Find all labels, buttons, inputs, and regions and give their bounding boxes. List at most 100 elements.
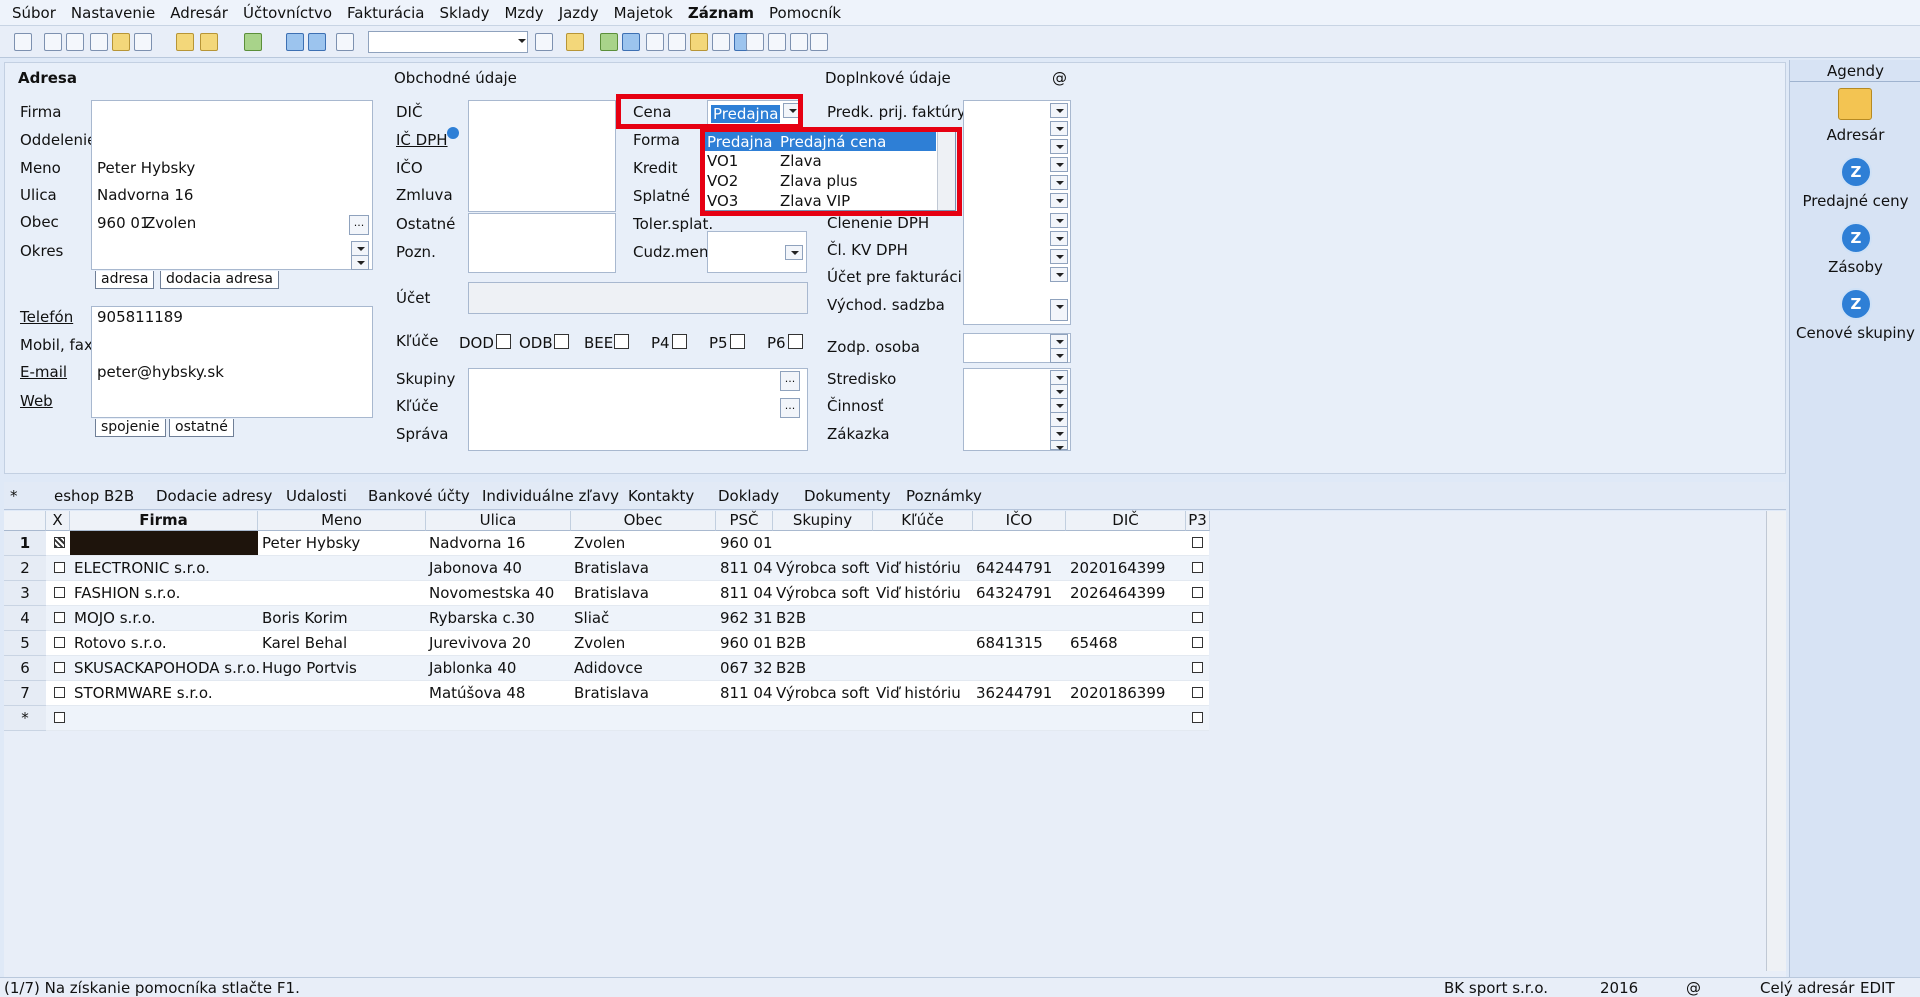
stredisko-dropdown[interactable] — [1050, 370, 1068, 385]
group-icon[interactable] — [690, 33, 708, 51]
print-setup-icon[interactable] — [90, 33, 108, 51]
agenda-cenove-skupiny[interactable]: Cenové skupiny — [1790, 324, 1920, 342]
diamond-icon[interactable] — [600, 33, 618, 51]
cell-ico[interactable]: 64244791 — [976, 559, 1052, 577]
globe-icon[interactable] — [622, 33, 640, 51]
zakazka-dropdown[interactable] — [1050, 426, 1068, 441]
cell-kluc[interactable]: Viď históriu — [876, 559, 961, 577]
cell-skup[interactable]: B2B — [776, 634, 806, 652]
tab-ostatne[interactable]: ostatné — [169, 419, 234, 437]
cell-obec[interactable]: Adidovce — [574, 659, 643, 677]
back-arrow-icon[interactable] — [244, 33, 262, 51]
cell-obec[interactable]: Sliač — [574, 609, 609, 627]
tab-all[interactable]: * — [10, 487, 18, 505]
tab-dokumenty[interactable]: Dokumenty — [804, 487, 891, 505]
cell-firma[interactable]: SKUSACKAPOHODA s.r.o. — [74, 659, 260, 677]
cell-obec[interactable]: Bratislava — [574, 584, 649, 602]
row-checkbox[interactable] — [54, 612, 65, 623]
cell-ulica[interactable]: Jablonka 40 — [429, 659, 516, 677]
p6-checkbox[interactable] — [788, 334, 803, 349]
header-dic[interactable]: DIČ — [1066, 511, 1186, 531]
kluce-picker-button[interactable]: ... — [780, 398, 800, 418]
cell-ulica[interactable]: Novomestska 40 — [429, 584, 554, 602]
header-firma[interactable]: Firma — [70, 511, 258, 531]
p3-checkbox[interactable] — [1192, 612, 1203, 623]
cell-firma[interactable]: STORMWARE s.r.o. — [74, 684, 213, 702]
cinnost2-dropdown[interactable] — [1050, 412, 1068, 427]
filter-icon[interactable] — [535, 33, 553, 51]
icdph-label[interactable]: IČ DPH — [396, 131, 448, 149]
edit-record-icon[interactable] — [200, 33, 218, 51]
email-label[interactable]: E-mail — [20, 363, 67, 381]
cell-meno[interactable]: Peter Hybsky — [262, 534, 360, 552]
cinnost-dropdown[interactable] — [1050, 398, 1068, 413]
menu-sklady[interactable]: Sklady — [440, 4, 490, 22]
cell-ulica[interactable]: Jurevivova 20 — [429, 634, 531, 652]
cenove-skupiny-icon[interactable]: Z — [1840, 288, 1872, 320]
folder-icon[interactable] — [566, 33, 584, 51]
tab-kontakty[interactable]: Kontakty — [628, 487, 694, 505]
cell-ulica[interactable]: Matúšova 48 — [429, 684, 525, 702]
tab-eshop-b2b[interactable]: eshop B2B — [54, 487, 134, 505]
table-row[interactable] — [46, 706, 1209, 731]
save-all-icon[interactable] — [308, 33, 326, 51]
header-p3[interactable]: P3 — [1186, 511, 1210, 531]
cell-skup[interactable]: Výrobca soft — [776, 584, 869, 602]
clenenie-dropdown[interactable] — [1050, 213, 1068, 228]
cell-obec[interactable]: Zvolen — [574, 634, 625, 652]
okres-dropdown-button[interactable] — [351, 241, 369, 256]
header-kluce[interactable]: Kľúče — [873, 511, 973, 531]
globe-icon[interactable] — [447, 127, 459, 139]
p3-checkbox[interactable] — [1192, 712, 1203, 723]
tab-doklady[interactable]: Doklady — [718, 487, 779, 505]
header-ulica[interactable]: Ulica — [426, 511, 571, 531]
menu-pomocnik[interactable]: Pomocník — [769, 4, 841, 22]
print-icon[interactable] — [44, 33, 62, 51]
meno-value[interactable]: Peter Hybsky — [97, 159, 195, 177]
zodp-dropdown[interactable] — [1050, 334, 1068, 349]
cell-ico[interactable]: 64324791 — [976, 584, 1052, 602]
cell-psc[interactable]: 960 01 — [720, 534, 773, 552]
row-number[interactable]: * — [4, 706, 46, 731]
window2-icon[interactable] — [768, 33, 786, 51]
agenda-adresar[interactable]: Adresár — [1790, 126, 1920, 144]
send-icon[interactable] — [134, 33, 152, 51]
cell-firma[interactable]: FASHION s.r.o. — [74, 584, 180, 602]
tools-icon[interactable] — [810, 33, 828, 51]
address-box[interactable] — [91, 100, 373, 270]
predk-dropdown[interactable] — [1050, 103, 1068, 118]
cell-obec[interactable]: Zvolen — [574, 534, 625, 552]
menu-nastavenie[interactable]: Nastavenie — [71, 4, 155, 22]
p3-checkbox[interactable] — [1192, 587, 1203, 598]
email-value[interactable]: peter@hybsky.sk — [97, 363, 224, 381]
row-number[interactable]: 6 — [4, 656, 46, 681]
menu-jazdy[interactable]: Jazdy — [559, 4, 599, 22]
row-number[interactable]: 7 — [4, 681, 46, 706]
table-row[interactable] — [46, 606, 1209, 631]
header-skupiny[interactable]: Skupiny — [773, 511, 873, 531]
dd4-dropdown[interactable] — [1050, 157, 1068, 172]
p3-checkbox[interactable] — [1192, 562, 1203, 573]
zasoby-icon[interactable]: Z — [1840, 222, 1872, 254]
cell-ulica[interactable]: Nadvorna 16 — [429, 534, 525, 552]
telefon-label[interactable]: Telefón — [20, 308, 73, 326]
cell-meno[interactable]: Boris Korim — [262, 609, 348, 627]
cell-psc[interactable]: 960 01 — [720, 634, 773, 652]
web-label[interactable]: Web — [20, 392, 53, 410]
menu-mzdy[interactable]: Mzdy — [504, 4, 543, 22]
odb-checkbox[interactable] — [554, 334, 569, 349]
cell-firma[interactable]: MOJO s.r.o. — [74, 609, 156, 627]
ucetfak-dropdown[interactable] — [1050, 249, 1068, 264]
new-record-icon[interactable] — [176, 33, 194, 51]
tab-dodacie-adresy[interactable]: Dodacie adresy — [156, 487, 272, 505]
dod-checkbox[interactable] — [496, 334, 511, 349]
cell-dic[interactable]: 65468 — [1070, 634, 1118, 652]
cell-skup[interactable]: B2B — [776, 659, 806, 677]
save-icon[interactable] — [286, 33, 304, 51]
cell-kluc[interactable]: Viď históriu — [876, 684, 961, 702]
cell-meno[interactable]: Karel Behal — [262, 634, 347, 652]
cell-skup[interactable]: Výrobca soft — [776, 559, 869, 577]
vychod-dropdown[interactable] — [1050, 299, 1068, 321]
table-icon[interactable] — [668, 33, 686, 51]
row-checkbox[interactable] — [54, 562, 65, 573]
